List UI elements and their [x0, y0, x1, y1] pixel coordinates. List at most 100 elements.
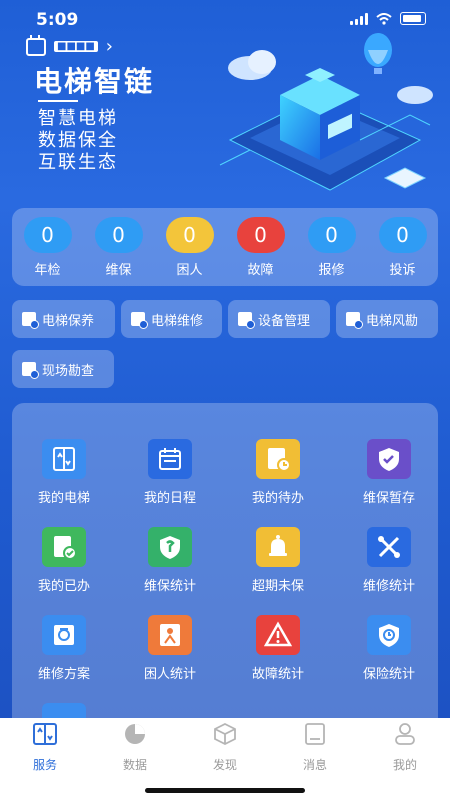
tab-item[interactable]: 服务: [0, 722, 90, 773]
calendar-icon: [148, 439, 192, 479]
quick-action-equipment[interactable]: 设备管理: [228, 300, 330, 338]
quick-action-label: 设备管理: [258, 313, 311, 329]
stat-item[interactable]: 0 年检: [23, 216, 72, 278]
grid-item-label: 我的日程: [143, 491, 196, 506]
shield-check-icon: [367, 439, 411, 479]
slogan-line-1: 智慧电梯: [38, 108, 118, 129]
grid-item-label: 困人统计: [143, 667, 196, 682]
stat-count: 0: [94, 216, 143, 253]
battery-icon: [400, 12, 426, 25]
stat-label: 故障: [247, 262, 274, 278]
stat-item[interactable]: 0 困人: [165, 216, 214, 278]
status-time: 5:09: [36, 10, 79, 30]
done-icon: [42, 527, 86, 567]
brand-title: 电梯智链: [34, 65, 155, 98]
eye-icon: [22, 362, 39, 379]
stat-count: 0: [236, 216, 285, 253]
stat-label: 年检: [34, 262, 61, 278]
date-chip: ■■■■: [54, 41, 98, 52]
grid-item-label: 保险统计: [362, 667, 415, 682]
quick-action-label: 电梯风勘: [366, 313, 419, 329]
tab-item[interactable]: 消息: [270, 722, 360, 773]
chevron-right-icon: ›: [105, 36, 113, 57]
maintenance-icon: [22, 312, 39, 329]
slogan-line-2: 数据保全: [38, 130, 118, 151]
stat-label: 投诉: [389, 262, 416, 278]
grid-item[interactable]: 维保暂存: [339, 439, 439, 506]
quick-action-label: 现场勘查: [42, 363, 95, 379]
quick-action-repair[interactable]: 电梯维修: [121, 300, 222, 338]
quick-action-site-survey[interactable]: 现场勘查: [12, 350, 114, 388]
grid-item-label: 维保统计: [143, 579, 196, 594]
grid-item[interactable]: 我的待办: [228, 439, 328, 506]
grid-item-label: 维修统计: [362, 579, 415, 594]
header-banner: ■■■■ › 电梯智链 智慧电梯 数据保全 互联生态: [0, 30, 450, 200]
stats-panel: 0 年检 0 维保 0 困人 0 故障 0 报修 0 投诉: [12, 208, 438, 286]
stat-item[interactable]: 0 故障: [236, 216, 285, 278]
slogan-line-3: 互联生态: [38, 152, 118, 173]
grid-item[interactable]: 我的已办: [14, 527, 114, 594]
stat-item[interactable]: 0 投诉: [378, 216, 427, 278]
tab-item[interactable]: 数据: [90, 722, 180, 773]
user-icon: [392, 722, 418, 750]
cube-icon: [212, 722, 238, 750]
repair-icon: [131, 312, 148, 329]
tab-label: 消息: [302, 758, 327, 772]
grid-item[interactable]: 维修方案: [14, 615, 114, 682]
function-grid-panel: 我的电梯 我的日程 我的待办 维保暂存我的已办 维保统计 超期未保 维修统计维修方案 困人统计…: [12, 403, 439, 743]
quick-action-label: 电梯维修: [151, 313, 204, 329]
quick-action-maintenance[interactable]: 电梯保养: [12, 300, 115, 338]
stat-count: 0: [378, 216, 427, 253]
grid-item[interactable]: 我的日程: [120, 439, 220, 506]
search-doc-icon: [346, 312, 363, 329]
grid-item[interactable]: 维修统计: [339, 527, 439, 594]
tab-item[interactable]: 我的: [360, 722, 450, 773]
calendar-icon: [26, 34, 46, 56]
home-indicator: [145, 788, 305, 793]
grid-item[interactable]: 故障统计: [228, 615, 328, 682]
shield-wrench-icon: [148, 527, 192, 567]
grid-item-label: 维保暂存: [362, 491, 415, 506]
trapped-icon: [148, 615, 192, 655]
tools-icon: [367, 527, 411, 567]
service-icon: [32, 722, 58, 750]
status-icons: [350, 12, 426, 25]
date-selector[interactable]: ■■■■ ›: [26, 34, 113, 57]
tab-label: 我的: [392, 758, 417, 772]
screen: 5:09 ■■■■ › 电梯智链 智慧电梯 数据保全 互联生态 0 年检 0 维…: [0, 0, 450, 800]
scheme-icon: [42, 615, 86, 655]
grid-item[interactable]: 保险统计: [339, 615, 439, 682]
grid-item-label: 我的电梯: [37, 491, 90, 506]
bell-icon: [256, 527, 300, 567]
grid-item-label: 我的已办: [37, 579, 90, 594]
grid-item[interactable]: 困人统计: [120, 615, 220, 682]
stat-count: 0: [165, 216, 214, 253]
stat-label: 困人: [176, 262, 203, 278]
tab-item[interactable]: 发现: [180, 722, 270, 773]
grid-item[interactable]: 我的电梯: [14, 439, 114, 506]
quick-action-risk-survey[interactable]: 电梯风勘: [336, 300, 438, 338]
stat-item[interactable]: 0 报修: [307, 216, 356, 278]
grid-item-label: 我的待办: [251, 491, 304, 506]
smart-building-illustration: [219, 33, 433, 191]
grid-item[interactable]: 维保统计: [120, 527, 220, 594]
signal-icon: [350, 12, 368, 25]
wifi-icon: [376, 12, 392, 25]
grid-item[interactable]: 超期未保: [228, 527, 328, 594]
brand-divider: [38, 100, 78, 102]
grid-item-label: 超期未保: [251, 579, 304, 594]
stat-label: 报修: [318, 262, 345, 278]
stat-count: 0: [307, 216, 356, 253]
tab-label: 发现: [212, 758, 237, 772]
stat-item[interactable]: 0 维保: [94, 216, 143, 278]
tab-label: 数据: [122, 758, 147, 772]
pie-chart-icon: [122, 722, 148, 750]
equipment-icon: [238, 312, 255, 329]
grid-item-label: 故障统计: [251, 667, 304, 682]
todo-icon: [256, 439, 300, 479]
message-icon: [302, 722, 328, 750]
tab-label: 服务: [32, 758, 57, 772]
quick-action-label: 电梯保养: [42, 313, 95, 329]
stat-count: 0: [23, 216, 72, 253]
warning-icon: [256, 615, 300, 655]
